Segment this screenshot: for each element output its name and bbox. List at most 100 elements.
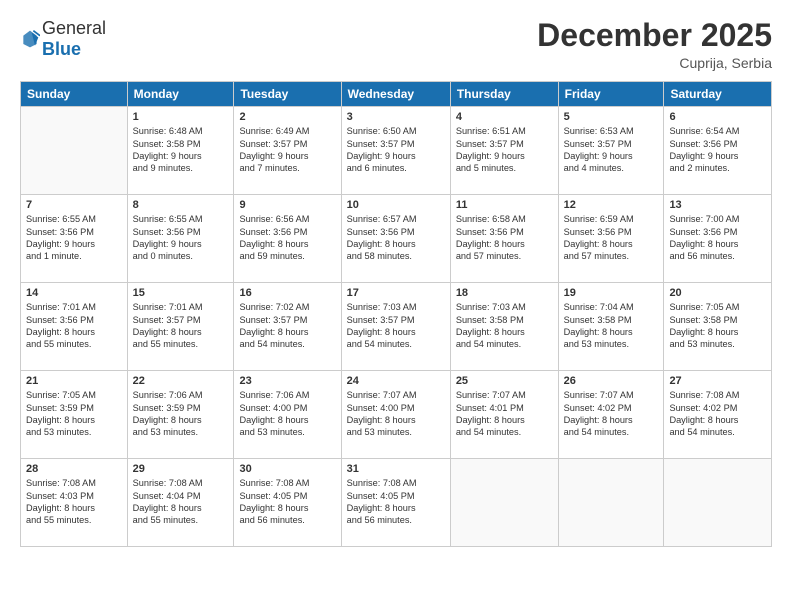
table-row: 21 Sunrise: 7:05 AM Sunset: 3:59 PM Dayli… — [21, 371, 128, 459]
table-row: 29 Sunrise: 7:08 AM Sunset: 4:04 PM Dayli… — [127, 459, 234, 547]
day-number: 10 — [347, 199, 445, 211]
day-info: Sunrise: 6:54 AM Sunset: 3:56 PM Dayligh… — [669, 125, 766, 175]
table-row: 31 Sunrise: 7:08 AM Sunset: 4:05 PM Dayli… — [341, 459, 450, 547]
day-info: Sunrise: 7:08 AM Sunset: 4:02 PM Dayligh… — [669, 389, 766, 439]
day-number: 24 — [347, 375, 445, 387]
day-number: 23 — [239, 375, 335, 387]
calendar-week-row: 7Sunrise: 6:55 AM Sunset: 3:56 PM Daylig… — [21, 195, 772, 283]
table-row: 8Sunrise: 6:55 AM Sunset: 3:56 PM Daylig… — [127, 195, 234, 283]
day-number: 25 — [456, 375, 553, 387]
day-info: Sunrise: 7:00 AM Sunset: 3:56 PM Dayligh… — [669, 213, 766, 263]
header: General Blue December 2025 Cuprija, Serb… — [20, 18, 772, 71]
table-row: 13 Sunrise: 7:00 AM Sunset: 3:56 PM Dayli… — [664, 195, 772, 283]
day-info: Sunrise: 6:59 AM Sunset: 3:56 PM Dayligh… — [564, 213, 659, 263]
table-row: 4Sunrise: 6:51 AM Sunset: 3:57 PM Daylig… — [450, 107, 558, 195]
day-info: Sunrise: 6:55 AM Sunset: 3:56 PM Dayligh… — [26, 213, 122, 263]
table-row: 5 Sunrise: 6:53 AM Sunset: 3:57 PM Daylig… — [558, 107, 664, 195]
table-row: 12 Sunrise: 6:59 AM Sunset: 3:56 PM Dayli… — [558, 195, 664, 283]
day-info: Sunrise: 6:58 AM Sunset: 3:56 PM Dayligh… — [456, 213, 553, 263]
day-number: 2 — [239, 111, 335, 123]
day-info: Sunrise: 7:05 AM Sunset: 3:59 PM Dayligh… — [26, 389, 122, 439]
day-info: Sunrise: 6:53 AM Sunset: 3:57 PM Dayligh… — [564, 125, 659, 175]
logo-blue: Blue — [42, 39, 81, 59]
day-number: 27 — [669, 375, 766, 387]
table-row: 16Sunrise: 7:02 AM Sunset: 3:57 PM Dayli… — [234, 283, 341, 371]
day-number: 3 — [347, 111, 445, 123]
day-number: 6 — [669, 111, 766, 123]
day-number: 16 — [239, 287, 335, 299]
day-number: 11 — [456, 199, 553, 211]
table-row: 22 Sunrise: 7:06 AM Sunset: 3:59 PM Dayli… — [127, 371, 234, 459]
day-info: Sunrise: 7:07 AM Sunset: 4:01 PM Dayligh… — [456, 389, 553, 439]
calendar-week-row: 21 Sunrise: 7:05 AM Sunset: 3:59 PM Dayli… — [21, 371, 772, 459]
day-number: 29 — [133, 463, 229, 475]
day-number: 5 — [564, 111, 659, 123]
day-info: Sunrise: 7:08 AM Sunset: 4:05 PM Dayligh… — [347, 477, 445, 527]
table-row — [664, 459, 772, 547]
table-row: 23Sunrise: 7:06 AM Sunset: 4:00 PM Dayli… — [234, 371, 341, 459]
col-thursday: Thursday — [450, 82, 558, 107]
day-number: 13 — [669, 199, 766, 211]
table-row — [558, 459, 664, 547]
day-number: 30 — [239, 463, 335, 475]
col-sunday: Sunday — [21, 82, 128, 107]
day-info: Sunrise: 7:08 AM Sunset: 4:05 PM Dayligh… — [239, 477, 335, 527]
table-row: 6 Sunrise: 6:54 AM Sunset: 3:56 PM Daylig… — [664, 107, 772, 195]
day-number: 15 — [133, 287, 229, 299]
day-info: Sunrise: 7:08 AM Sunset: 4:04 PM Dayligh… — [133, 477, 229, 527]
day-number: 8 — [133, 199, 229, 211]
col-monday: Monday — [127, 82, 234, 107]
day-info: Sunrise: 7:01 AM Sunset: 3:57 PM Dayligh… — [133, 301, 229, 351]
day-number: 9 — [239, 199, 335, 211]
day-info: Sunrise: 6:48 AM Sunset: 3:58 PM Dayligh… — [133, 125, 229, 175]
day-number: 31 — [347, 463, 445, 475]
day-info: Sunrise: 7:08 AM Sunset: 4:03 PM Dayligh… — [26, 477, 122, 527]
table-row: 11 Sunrise: 6:58 AM Sunset: 3:56 PM Dayli… — [450, 195, 558, 283]
day-number: 20 — [669, 287, 766, 299]
table-row: 18 Sunrise: 7:03 AM Sunset: 3:58 PM Dayli… — [450, 283, 558, 371]
table-row: 20 Sunrise: 7:05 AM Sunset: 3:58 PM Dayli… — [664, 283, 772, 371]
day-info: Sunrise: 6:50 AM Sunset: 3:57 PM Dayligh… — [347, 125, 445, 175]
day-info: Sunrise: 7:01 AM Sunset: 3:56 PM Dayligh… — [26, 301, 122, 351]
calendar-week-row: 28 Sunrise: 7:08 AM Sunset: 4:03 PM Dayli… — [21, 459, 772, 547]
calendar-week-row: 1 Sunrise: 6:48 AM Sunset: 3:58 PM Daylig… — [21, 107, 772, 195]
day-number: 22 — [133, 375, 229, 387]
day-number: 4 — [456, 111, 553, 123]
day-number: 21 — [26, 375, 122, 387]
table-row: 7Sunrise: 6:55 AM Sunset: 3:56 PM Daylig… — [21, 195, 128, 283]
table-row: 27 Sunrise: 7:08 AM Sunset: 4:02 PM Dayli… — [664, 371, 772, 459]
calendar-week-row: 14Sunrise: 7:01 AM Sunset: 3:56 PM Dayli… — [21, 283, 772, 371]
day-info: Sunrise: 7:03 AM Sunset: 3:58 PM Dayligh… — [456, 301, 553, 351]
table-row: 26Sunrise: 7:07 AM Sunset: 4:02 PM Dayli… — [558, 371, 664, 459]
table-row: 19Sunrise: 7:04 AM Sunset: 3:58 PM Dayli… — [558, 283, 664, 371]
table-row: 2 Sunrise: 6:49 AM Sunset: 3:57 PM Daylig… — [234, 107, 341, 195]
day-info: Sunrise: 6:56 AM Sunset: 3:56 PM Dayligh… — [239, 213, 335, 263]
day-info: Sunrise: 7:03 AM Sunset: 3:57 PM Dayligh… — [347, 301, 445, 351]
day-number: 12 — [564, 199, 659, 211]
page: General Blue December 2025 Cuprija, Serb… — [0, 0, 792, 612]
col-wednesday: Wednesday — [341, 82, 450, 107]
day-number: 26 — [564, 375, 659, 387]
day-number: 1 — [133, 111, 229, 123]
table-row: 1 Sunrise: 6:48 AM Sunset: 3:58 PM Daylig… — [127, 107, 234, 195]
day-info: Sunrise: 6:49 AM Sunset: 3:57 PM Dayligh… — [239, 125, 335, 175]
col-tuesday: Tuesday — [234, 82, 341, 107]
table-row: 3 Sunrise: 6:50 AM Sunset: 3:57 PM Daylig… — [341, 107, 450, 195]
table-row: 24Sunrise: 7:07 AM Sunset: 4:00 PM Dayli… — [341, 371, 450, 459]
logo-text: General Blue — [42, 18, 106, 60]
day-number: 28 — [26, 463, 122, 475]
table-row: 25 Sunrise: 7:07 AM Sunset: 4:01 PM Dayli… — [450, 371, 558, 459]
location: Cuprija, Serbia — [537, 55, 772, 71]
day-number: 19 — [564, 287, 659, 299]
table-row: 30 Sunrise: 7:08 AM Sunset: 4:05 PM Dayli… — [234, 459, 341, 547]
table-row — [21, 107, 128, 195]
table-row — [450, 459, 558, 547]
month-year: December 2025 — [537, 18, 772, 53]
day-info: Sunrise: 6:57 AM Sunset: 3:56 PM Dayligh… — [347, 213, 445, 263]
table-row: 15 Sunrise: 7:01 AM Sunset: 3:57 PM Dayli… — [127, 283, 234, 371]
col-friday: Friday — [558, 82, 664, 107]
title-area: December 2025 Cuprija, Serbia — [537, 18, 772, 71]
day-info: Sunrise: 7:05 AM Sunset: 3:58 PM Dayligh… — [669, 301, 766, 351]
day-number: 18 — [456, 287, 553, 299]
day-info: Sunrise: 7:06 AM Sunset: 3:59 PM Dayligh… — [133, 389, 229, 439]
